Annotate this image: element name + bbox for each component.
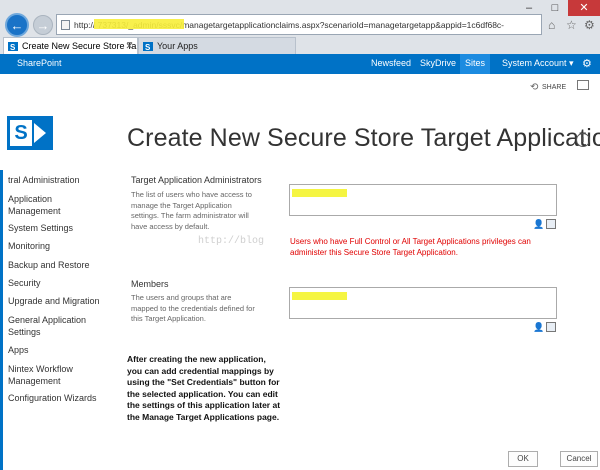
browse-directory-icon[interactable]	[546, 322, 556, 332]
forward-arrow-icon[interactable]: →	[33, 15, 53, 35]
page-icon	[61, 20, 70, 30]
sharepoint-logo[interactable]: S	[7, 116, 53, 150]
nav-apps[interactable]: Apps	[8, 344, 120, 356]
sharepoint-favicon-icon: S	[8, 42, 18, 51]
left-navigation: tral Administration Application Manageme…	[0, 170, 120, 470]
browse-directory-icon[interactable]	[546, 219, 556, 229]
tab-close-icon[interactable]: ✕	[125, 41, 133, 52]
svg-text:S: S	[10, 43, 16, 51]
minimize-button[interactable]: –	[516, 0, 542, 16]
tab-create-target-app[interactable]: S Create New Secure Store Ta... ✕	[3, 37, 138, 54]
nav-security[interactable]: Security	[8, 277, 120, 289]
nav-configuration-wizards[interactable]: Configuration Wizards	[8, 392, 120, 404]
credential-mapping-note: After creating the new application, you …	[127, 354, 281, 422]
members-people-picker[interactable]	[289, 287, 557, 319]
permission-error-message: Users who have Full Control or All Targe…	[290, 237, 531, 257]
address-bar[interactable]: http:// 737313/_admin/sssvc/managetarget…	[56, 14, 542, 35]
focus-on-content-icon[interactable]	[577, 80, 589, 90]
gear-icon[interactable]: ⚙	[582, 57, 592, 70]
tab-your-apps[interactable]: S Your Apps	[138, 37, 296, 54]
maximize-button[interactable]: □	[542, 0, 568, 16]
tab-label: Your Apps	[157, 41, 198, 51]
account-menu[interactable]: System Account ▾	[502, 58, 574, 69]
tab-label: Create New Secure Store Ta...	[22, 41, 138, 51]
watermark-text: http://blog	[198, 236, 265, 247]
share-icon[interactable]: ⟲	[530, 82, 538, 93]
favorites-star-icon[interactable]: ☆	[566, 18, 577, 32]
redaction-highlight	[292, 189, 347, 197]
nav-central-administration[interactable]: tral Administration	[8, 174, 120, 186]
check-names-icon[interactable]: 👤	[533, 322, 544, 332]
share-button[interactable]: SHARE	[542, 84, 566, 91]
sharepoint-brand[interactable]: SharePoint	[17, 58, 62, 68]
settings-gear-icon[interactable]: ⚙	[584, 18, 595, 32]
nav-upgrade-and-migration[interactable]: Upgrade and Migration	[8, 295, 120, 307]
nav-application-management[interactable]: Application Management	[8, 193, 68, 217]
back-arrow-icon[interactable]: ←	[5, 13, 29, 37]
redaction-highlight	[94, 19, 184, 29]
members-section-description: The users and groups that are mapped to …	[131, 293, 255, 323]
nav-sites[interactable]: Sites	[460, 54, 490, 74]
home-icon[interactable]: ⌂	[548, 18, 555, 32]
members-section-title: Members	[131, 279, 169, 289]
nav-general-application-settings[interactable]: General Application Settings	[8, 314, 96, 338]
logo-letter-icon: S	[10, 120, 32, 146]
page-title: Create New Secure Store Target Applicati…	[127, 124, 600, 152]
cancel-button[interactable]: Cancel	[560, 451, 598, 467]
nav-skydrive[interactable]: SkyDrive	[420, 58, 456, 68]
check-names-icon[interactable]: 👤	[533, 219, 544, 229]
close-window-button[interactable]: ✕	[568, 0, 600, 16]
nav-newsfeed[interactable]: Newsfeed	[371, 58, 411, 68]
admins-people-picker[interactable]	[289, 184, 557, 216]
suite-bar: SharePoint Newsfeed SkyDrive Sites Syste…	[0, 54, 600, 74]
sharepoint-favicon-icon: S	[143, 42, 153, 51]
admins-section-title: Target Application Administrators	[131, 175, 262, 185]
logo-arrow-icon	[34, 123, 46, 143]
browser-chrome: ← → http:// 737313/_admin/sssvc/manageta…	[0, 0, 600, 54]
nav-system-settings[interactable]: System Settings	[8, 222, 120, 234]
admins-section-description: The list of users who have access to man…	[131, 190, 252, 231]
ok-button[interactable]: OK	[508, 451, 538, 467]
nav-monitoring[interactable]: Monitoring	[8, 240, 120, 252]
nav-backup-and-restore[interactable]: Backup and Restore	[8, 259, 120, 271]
svg-text:S: S	[145, 43, 151, 51]
redaction-highlight	[292, 292, 347, 300]
info-icon[interactable]: i	[576, 133, 590, 147]
nav-nintex-workflow-management[interactable]: Nintex Workflow Management	[8, 363, 80, 387]
